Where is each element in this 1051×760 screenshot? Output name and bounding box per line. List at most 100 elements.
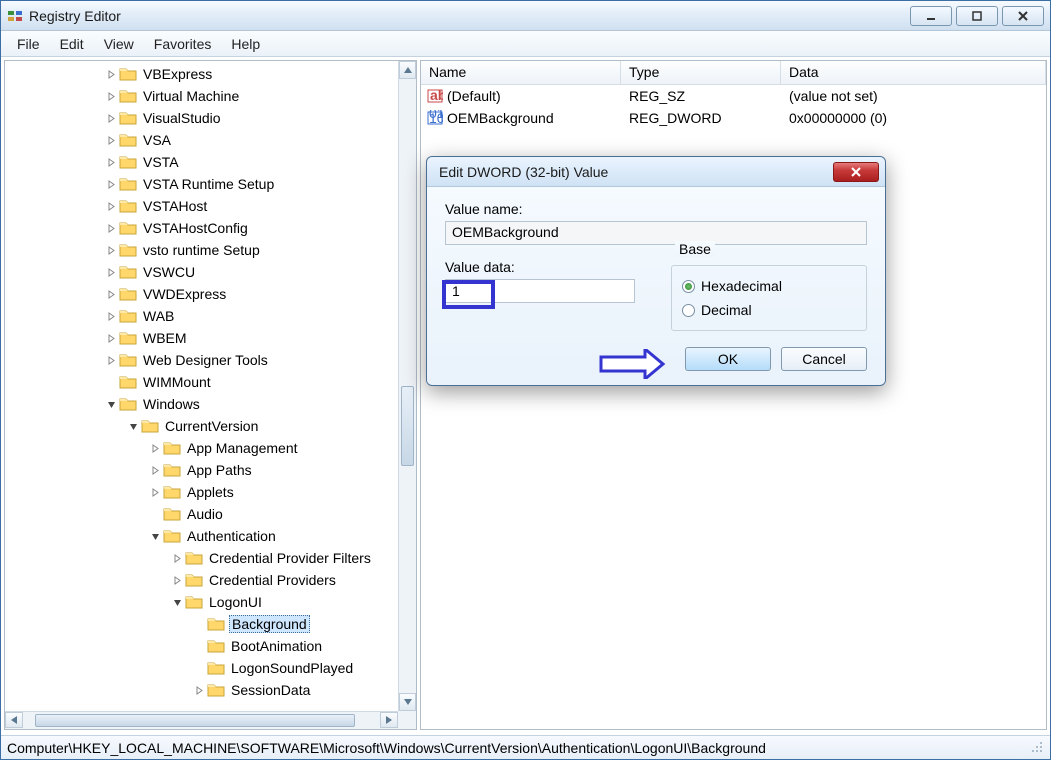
list-body[interactable]: ab(Default)REG_SZ(value not set)01101001…	[421, 85, 1046, 129]
scroll-thumb[interactable]	[401, 386, 414, 466]
folder-icon	[119, 110, 137, 126]
expander-closed-icon[interactable]	[105, 200, 117, 212]
tree-item[interactable]: VSWCU	[5, 261, 398, 283]
expander-closed-icon[interactable]	[149, 442, 161, 454]
tree-item[interactable]: LogonSoundPlayed	[5, 657, 398, 679]
list-row[interactable]: 01101001OEMBackgroundREG_DWORD0x00000000…	[421, 107, 1046, 129]
list-row[interactable]: ab(Default)REG_SZ(value not set)	[421, 85, 1046, 107]
tree-item[interactable]: VSTA	[5, 151, 398, 173]
expander-closed-icon[interactable]	[171, 574, 183, 586]
tree-item[interactable]: VSTA Runtime Setup	[5, 173, 398, 195]
expander-closed-icon[interactable]	[171, 552, 183, 564]
expander-closed-icon[interactable]	[105, 288, 117, 300]
expander-closed-icon[interactable]	[105, 244, 117, 256]
close-button[interactable]	[1002, 6, 1044, 26]
tree-item[interactable]: App Paths	[5, 459, 398, 481]
tree-item[interactable]: Credential Provider Filters	[5, 547, 398, 569]
resize-grip[interactable]	[1028, 738, 1044, 757]
menu-file[interactable]: File	[9, 34, 48, 54]
tree-item[interactable]: WIMMount	[5, 371, 398, 393]
expander-closed-icon[interactable]	[105, 332, 117, 344]
dialog-body: Value name: OEMBackground Value data: Ba…	[427, 187, 885, 385]
expander-open-icon[interactable]	[149, 530, 161, 542]
tree-item[interactable]: VSA	[5, 129, 398, 151]
tree-item-label: App Management	[185, 440, 300, 456]
tree-hscrollbar[interactable]	[5, 711, 398, 729]
dialog-title: Edit DWORD (32-bit) Value	[439, 164, 833, 180]
tree-item[interactable]: vsto runtime Setup	[5, 239, 398, 261]
tree-item-label: Applets	[185, 484, 236, 500]
tree-item[interactable]: VisualStudio	[5, 107, 398, 129]
tree-body[interactable]: VBExpressVirtual MachineVisualStudioVSAV…	[5, 61, 398, 711]
column-name[interactable]: Name	[421, 61, 621, 84]
expander-closed-icon[interactable]	[105, 90, 117, 102]
tree-item[interactable]: VSTAHost	[5, 195, 398, 217]
expander-closed-icon[interactable]	[149, 486, 161, 498]
tree-item[interactable]: Authentication	[5, 525, 398, 547]
maximize-button[interactable]	[956, 6, 998, 26]
tree-item[interactable]: WAB	[5, 305, 398, 327]
menu-favorites[interactable]: Favorites	[146, 34, 220, 54]
tree-item[interactable]: Web Designer Tools	[5, 349, 398, 371]
expander-closed-icon[interactable]	[149, 464, 161, 476]
dialog-close-button[interactable]	[833, 162, 879, 182]
tree-item[interactable]: Applets	[5, 481, 398, 503]
svg-text:ab: ab	[430, 88, 443, 103]
tree-item[interactable]: BootAnimation	[5, 635, 398, 657]
scroll-up-arrow[interactable]	[399, 61, 416, 79]
tree-vscrollbar[interactable]	[398, 61, 416, 711]
tree-item[interactable]: VSTAHostConfig	[5, 217, 398, 239]
expander-closed-icon[interactable]	[105, 178, 117, 190]
expander-closed-icon[interactable]	[105, 266, 117, 278]
column-data[interactable]: Data	[781, 61, 1046, 84]
expander-closed-icon[interactable]	[105, 156, 117, 168]
tree-item[interactable]: Background	[5, 613, 398, 635]
expander-closed-icon[interactable]	[105, 112, 117, 124]
cancel-button[interactable]: Cancel	[781, 347, 867, 371]
dialog-titlebar[interactable]: Edit DWORD (32-bit) Value	[427, 157, 885, 187]
value-data: (value not set)	[781, 88, 1046, 104]
menu-edit[interactable]: Edit	[52, 34, 92, 54]
minimize-button[interactable]	[910, 6, 952, 26]
app-icon	[7, 8, 23, 24]
expander-open-icon[interactable]	[171, 596, 183, 608]
tree-item[interactable]: Virtual Machine	[5, 85, 398, 107]
tree-item[interactable]: Windows	[5, 393, 398, 415]
expander-closed-icon[interactable]	[105, 68, 117, 80]
scroll-right-arrow[interactable]	[380, 712, 398, 728]
expander-closed-icon[interactable]	[105, 354, 117, 366]
expander-closed-icon[interactable]	[105, 222, 117, 234]
folder-icon	[119, 308, 137, 324]
tree-item[interactable]: SessionData	[5, 679, 398, 701]
scroll-down-arrow[interactable]	[399, 693, 416, 711]
tree-item[interactable]: App Management	[5, 437, 398, 459]
folder-icon	[119, 198, 137, 214]
tree-item[interactable]: WBEM	[5, 327, 398, 349]
tree-item[interactable]: Audio	[5, 503, 398, 525]
radio-hex-label: Hexadecimal	[701, 278, 782, 294]
expander-closed-icon[interactable]	[193, 684, 205, 696]
scroll-left-arrow[interactable]	[5, 712, 23, 728]
expander-open-icon[interactable]	[105, 398, 117, 410]
tree-item[interactable]: LogonUI	[5, 591, 398, 613]
column-type[interactable]: Type	[621, 61, 781, 84]
expander-closed-icon[interactable]	[105, 310, 117, 322]
menu-help[interactable]: Help	[223, 34, 268, 54]
tree-item[interactable]: VWDExpress	[5, 283, 398, 305]
tree-item[interactable]: CurrentVersion	[5, 415, 398, 437]
expander-open-icon[interactable]	[127, 420, 139, 432]
menu-view[interactable]: View	[96, 34, 142, 54]
tree-item-label: WAB	[141, 308, 176, 324]
scroll-thumb-h[interactable]	[35, 714, 355, 727]
tree-item[interactable]: VBExpress	[5, 63, 398, 85]
folder-icon	[207, 660, 225, 676]
ok-button[interactable]: OK	[685, 347, 771, 371]
tree-item[interactable]: Credential Providers	[5, 569, 398, 591]
radio-dec[interactable]: Decimal	[682, 298, 856, 322]
value-data-input[interactable]	[445, 279, 635, 303]
tree-item-label: VSWCU	[141, 264, 197, 280]
expander-closed-icon[interactable]	[105, 134, 117, 146]
tree-item-label: LogonUI	[207, 594, 264, 610]
base-group: Hexadecimal Decimal	[671, 265, 867, 331]
radio-hex[interactable]: Hexadecimal	[682, 274, 856, 298]
